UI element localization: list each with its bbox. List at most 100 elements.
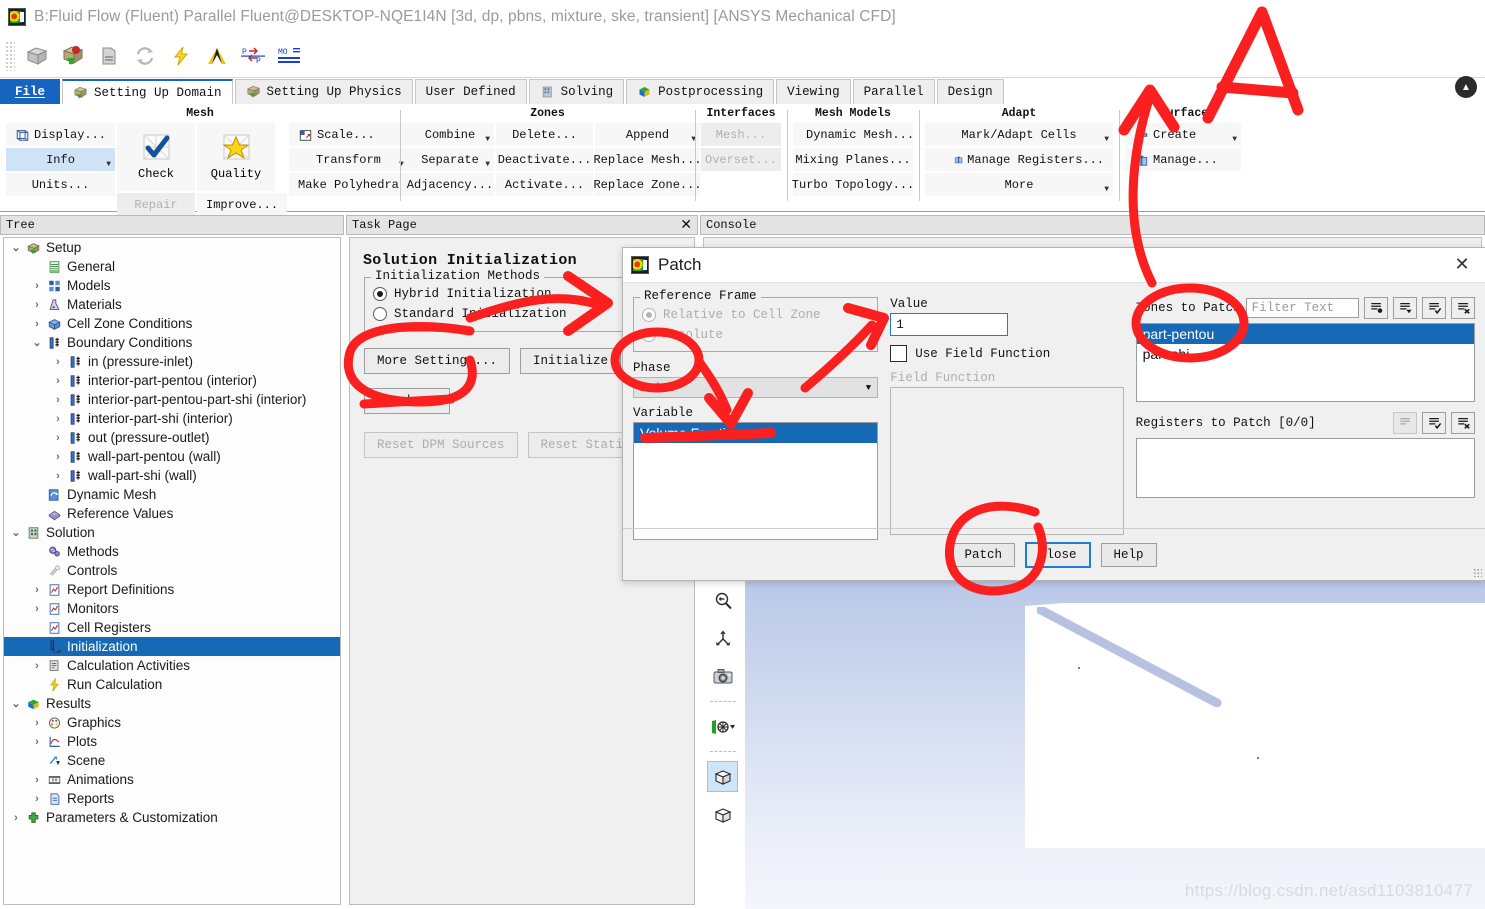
zones-delete-button[interactable]: Delete... — [496, 123, 593, 146]
expand-arrow-icon[interactable]: › — [29, 736, 45, 748]
tree-item-solution[interactable]: ⌄ Solution — [4, 523, 340, 542]
expand-arrow-icon[interactable]: › — [29, 280, 45, 292]
tree-item-controls[interactable]: Controls — [4, 561, 340, 580]
variable-listbox[interactable]: Volume Fraction — [633, 422, 879, 540]
expand-arrow-icon[interactable]: › — [50, 394, 66, 406]
zones-activate-button[interactable]: Activate... — [496, 173, 593, 196]
tree-item-report-definitions[interactable]: › Report Definitions — [4, 580, 340, 599]
help-button[interactable]: Help — [1100, 542, 1157, 567]
turbo-topology-button[interactable]: Turbo Topology... — [792, 173, 914, 196]
close-icon[interactable]: ✕ — [1447, 252, 1477, 278]
use-field-function-checkbox-row[interactable]: Use Field Function — [890, 345, 1123, 362]
tree-item-scene[interactable]: Scene — [4, 751, 340, 770]
tree-item-wall-part-shi-wall[interactable]: › wall-part-shi (wall) — [4, 466, 340, 485]
zones-separate-button[interactable]: Separate ▼ — [406, 148, 494, 171]
tree-item-methods[interactable]: Methods — [4, 542, 340, 561]
tree-item-general[interactable]: General — [4, 257, 340, 276]
surface-create-button[interactable]: Create ▼ — [1125, 123, 1241, 146]
tree-item-boundary-conditions[interactable]: ⌄ Boundary Conditions — [4, 333, 340, 352]
mesh-units-button[interactable]: Units... — [6, 173, 116, 196]
expand-arrow-icon[interactable]: › — [29, 774, 45, 786]
list-deselect-all-icon[interactable] — [1451, 412, 1475, 434]
expand-arrow-icon[interactable]: › — [29, 318, 45, 330]
tree-item-in-pressure-inlet[interactable]: › in (pressure-inlet) — [4, 352, 340, 371]
tree-item-results[interactable]: ⌄ Results — [4, 694, 340, 713]
lighting-icon[interactable] — [707, 711, 738, 742]
zones-replace-zone-button[interactable]: Replace Zone... — [593, 173, 702, 196]
tree-item-parameters-customization[interactable]: › Parameters & Customization — [4, 808, 340, 827]
tree-item-models[interactable]: › Models — [4, 276, 340, 295]
zone-item-part-shi[interactable]: part-shi — [1137, 344, 1474, 364]
mark-adapt-cells-button[interactable]: Mark/Adapt Cells ▼ — [925, 123, 1113, 146]
collapse-arrow-icon[interactable]: ⌄ — [8, 241, 24, 254]
expand-arrow-icon[interactable]: › — [29, 603, 45, 615]
tab-parallel[interactable]: Parallel — [852, 79, 935, 104]
tree-item-dynamic-mesh[interactable]: Dynamic Mesh — [4, 485, 340, 504]
orthographic-box-icon[interactable] — [707, 799, 738, 830]
patch-dialog[interactable]: Patch ✕ Reference Frame Relative to Cell… — [622, 247, 1485, 581]
tree-item-reports[interactable]: › Reports — [4, 789, 340, 808]
expand-arrow-icon[interactable]: › — [50, 470, 66, 482]
graphics-window[interactable]: https://blog.csdn.net/asd1103810477 — [700, 562, 1485, 909]
perspective-box-icon[interactable] — [707, 761, 738, 792]
mesh-display-button[interactable]: Display... — [6, 123, 116, 146]
tree-item-setup[interactable]: ⌄ Setup — [4, 238, 340, 257]
mesh-box-icon[interactable] — [19, 39, 55, 73]
tab-setting-up-physics[interactable]: Setting Up Physics — [234, 79, 413, 104]
value-input[interactable]: 1 — [890, 313, 1009, 336]
mesh-scale-button[interactable]: Scale... — [289, 123, 408, 146]
expand-arrow-icon[interactable]: › — [29, 793, 45, 805]
list-select-none-icon[interactable] — [1364, 297, 1388, 319]
expand-arrow-icon[interactable]: › — [29, 299, 45, 311]
tree-item-cell-registers[interactable]: Cell Registers — [4, 618, 340, 637]
mixing-planes-button[interactable]: Mixing Planes... — [793, 148, 913, 171]
expand-arrow-icon[interactable]: › — [50, 451, 66, 463]
tree-item-run-calculation[interactable]: Run Calculation — [4, 675, 340, 694]
radio-standard-indicator[interactable] — [373, 307, 387, 321]
mesh-transform-button[interactable]: Transform ▼ — [289, 148, 408, 171]
expand-arrow-icon[interactable]: › — [8, 812, 24, 824]
chevron-down-icon[interactable]: ▼ — [1104, 135, 1109, 144]
tree-item-animations[interactable]: › Animations — [4, 770, 340, 789]
expand-arrow-icon[interactable]: › — [29, 660, 45, 672]
manage-registers-button[interactable]: Manage Registers... — [925, 148, 1113, 171]
camera-icon[interactable] — [707, 661, 738, 692]
zones-combine-button[interactable]: Combine ▼ — [406, 123, 494, 146]
tree-item-graphics[interactable]: › Graphics — [4, 713, 340, 732]
mesh-info-button[interactable]: Info ▼ — [6, 148, 116, 171]
collapse-arrow-icon[interactable]: ⌄ — [29, 336, 45, 349]
variable-item-volume-fraction[interactable]: Volume Fraction — [634, 423, 878, 443]
mesh-improve-button[interactable]: Improve... — [197, 193, 288, 216]
tab-user-defined[interactable]: User Defined — [414, 79, 527, 104]
mesh-quality-button[interactable]: Quality — [197, 123, 276, 191]
expand-arrow-icon[interactable]: › — [50, 413, 66, 425]
pressure-icon[interactable]: P P — [235, 39, 271, 73]
list-select-all-icon[interactable] — [1422, 412, 1446, 434]
registers-to-patch-listbox[interactable] — [1135, 438, 1475, 498]
chevron-down-icon[interactable]: ▼ — [485, 135, 490, 144]
collapse-arrow-icon[interactable]: ⌄ — [8, 697, 24, 710]
expand-arrow-icon[interactable]: › — [50, 356, 66, 368]
list-select-all-icon[interactable] — [1422, 297, 1446, 319]
tab-design[interactable]: Design — [936, 79, 1004, 104]
tree-item-materials[interactable]: › Materials — [4, 295, 340, 314]
zones-filter-input[interactable]: Filter Text — [1245, 298, 1359, 318]
zone-item-part-pentou[interactable]: part-pentou — [1136, 324, 1474, 344]
surface-manage-button[interactable]: Manage... — [1125, 148, 1241, 171]
fit-axes-icon[interactable] — [707, 623, 738, 654]
zones-deactivate-button[interactable]: Deactivate... — [496, 148, 593, 171]
tree-item-wall-part-pentou-wall[interactable]: › wall-part-pentou (wall) — [4, 447, 340, 466]
list-select-filtered-icon[interactable] — [1393, 297, 1417, 319]
phase-select[interactable]: water ▼ — [633, 377, 879, 398]
tree-item-reference-values[interactable]: Reference Values — [4, 504, 340, 523]
zoom-out-icon[interactable] — [707, 585, 738, 616]
expand-arrow-icon[interactable]: › — [29, 717, 45, 729]
zones-replace-mesh-button[interactable]: Replace Mesh... — [593, 148, 702, 171]
tree-item-out-pressure-outlet[interactable]: › out (pressure-outlet) — [4, 428, 340, 447]
toolbar-drag-handle[interactable] — [5, 40, 15, 71]
more-settings-button[interactable]: More Settings... — [364, 348, 511, 374]
refresh-icon[interactable] — [127, 39, 163, 73]
collapse-arrow-icon[interactable]: ⌄ — [8, 526, 24, 539]
tab-file[interactable]: File — [0, 79, 61, 104]
dynamic-mesh-button[interactable]: Dynamic Mesh... — [793, 123, 914, 146]
